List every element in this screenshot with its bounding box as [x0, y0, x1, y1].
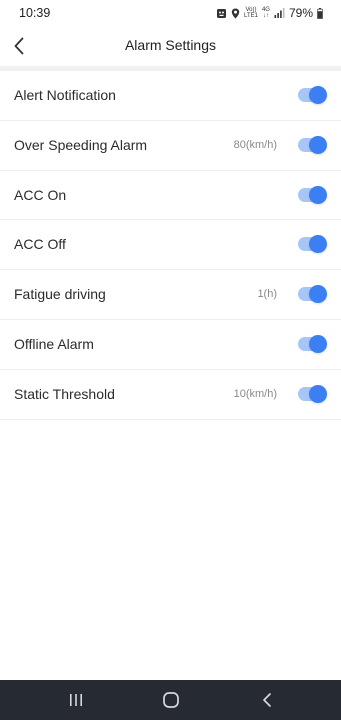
- setting-row-acc-on: ACC On: [0, 171, 341, 221]
- setting-label: Alert Notification: [14, 87, 116, 103]
- static-threshold-toggle[interactable]: [298, 384, 327, 403]
- offline-alarm-toggle[interactable]: [298, 334, 327, 353]
- toggle-knob: [309, 334, 327, 353]
- back-icon: [263, 693, 271, 707]
- setting-label: ACC On: [14, 186, 67, 203]
- home-button[interactable]: [151, 680, 191, 720]
- toggle-knob: [309, 135, 327, 154]
- page-title: Alarm Settings: [124, 37, 217, 53]
- status-icons: Vo)) LTE1 4G ↓↑ 79%: [216, 6, 323, 20]
- setting-label: Over Speeding Alarm: [14, 136, 148, 153]
- app-notification-icon: [216, 8, 227, 19]
- toggle-knob: [309, 235, 327, 254]
- setting-label: ACC Off: [14, 236, 66, 253]
- setting-row-fatigue-driving: Fatigue driving 1(h): [0, 270, 341, 320]
- recent-apps-icon: [70, 694, 82, 706]
- signal-icon: [274, 8, 285, 18]
- status-time: 10:39: [19, 6, 51, 20]
- location-icon: [231, 8, 240, 19]
- setting-row-alert-notification: Alert Notification: [0, 71, 341, 121]
- setting-value: 10(km/h): [233, 387, 277, 400]
- setting-row-over-speeding-alarm: Over Speeding Alarm 80(km/h): [0, 121, 341, 171]
- home-icon: [163, 692, 179, 708]
- alarm-settings-screen: 10:39 Vo)) LTE1 4G ↓↑ 79% Alarm Settings…: [0, 0, 341, 720]
- toggle-knob: [309, 285, 327, 304]
- setting-row-acc-off: ACC Off: [0, 220, 341, 271]
- toggle-knob: [309, 185, 327, 204]
- setting-value: 80(km/h): [233, 138, 277, 151]
- acc-on-toggle[interactable]: [298, 185, 327, 204]
- setting-label: Fatigue driving: [14, 286, 106, 303]
- setting-row-static-threshold: Static Threshold 10(km/h): [0, 370, 341, 420]
- system-back-button[interactable]: [247, 680, 287, 720]
- header: Alarm Settings: [0, 28, 341, 66]
- status-bar: 10:39 Vo)) LTE1 4G ↓↑ 79%: [0, 0, 341, 28]
- toggle-knob: [309, 384, 327, 403]
- network-4g-icon: 4G ↓↑: [261, 7, 270, 19]
- system-nav-bar: [0, 680, 341, 720]
- settings-list: Alert Notification Over Speeding Alarm 8…: [0, 71, 341, 420]
- recent-apps-button[interactable]: [56, 680, 96, 720]
- setting-label: Static Threshold: [14, 385, 115, 402]
- battery-icon: [317, 7, 323, 19]
- battery-percent: 79%: [288, 6, 313, 20]
- setting-value: 1(h): [257, 288, 277, 301]
- volte-icon: Vo)) LTE1: [244, 7, 258, 19]
- acc-off-toggle[interactable]: [298, 235, 327, 254]
- setting-row-offline-alarm: Offline Alarm: [0, 320, 341, 370]
- alert-notification-toggle[interactable]: [298, 86, 327, 104]
- toggle-knob: [309, 86, 327, 104]
- over-speeding-alarm-toggle[interactable]: [298, 135, 327, 154]
- fatigue-driving-toggle[interactable]: [298, 285, 327, 304]
- setting-label: Offline Alarm: [14, 335, 94, 352]
